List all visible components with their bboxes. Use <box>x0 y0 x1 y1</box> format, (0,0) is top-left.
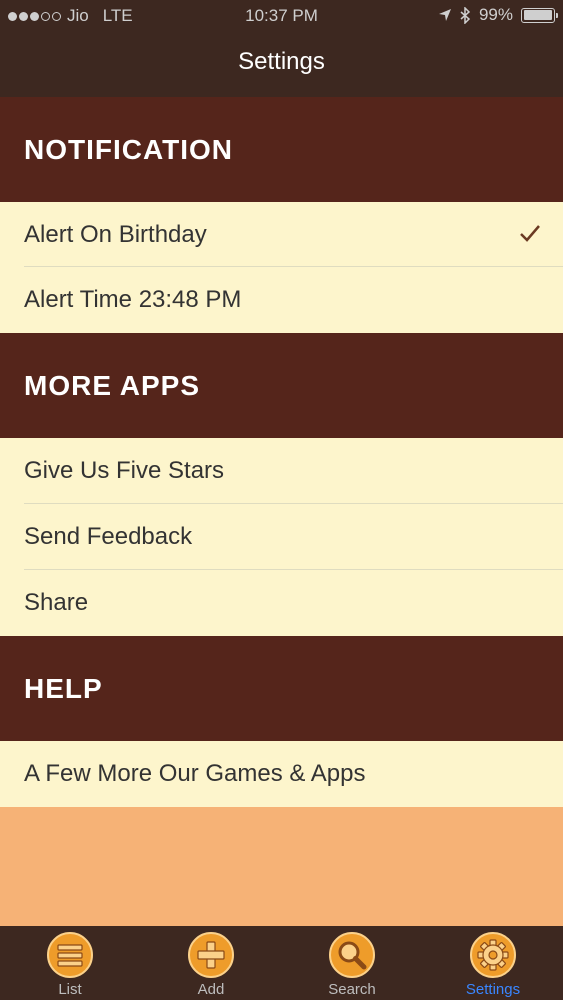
row-send-feedback[interactable]: Send Feedback <box>0 504 563 570</box>
plus-icon <box>188 932 234 978</box>
section-header-notification: NOTIFICATION <box>0 97 563 202</box>
checkmark-icon <box>520 225 540 242</box>
section-header-more-apps: MORE APPS <box>0 333 563 438</box>
row-alert-on-birthday[interactable]: Alert On Birthday <box>0 202 563 267</box>
battery-icon <box>521 7 558 23</box>
tab-label: Add <box>197 981 225 998</box>
gear-icon <box>470 932 516 978</box>
row-label: Give Us Five Stars <box>24 457 225 484</box>
row-give-five-stars[interactable]: Give Us Five Stars <box>0 438 563 504</box>
row-more-games-apps[interactable]: A Few More Our Games & Apps <box>0 741 563 807</box>
top-bar: Jio LTE 10:37 PM 99% Settings <box>0 0 563 97</box>
row-label: Send Feedback <box>24 523 193 550</box>
row-share[interactable]: Share <box>0 570 563 636</box>
tab-settings[interactable]: Settings <box>423 926 563 1000</box>
search-icon <box>329 932 375 978</box>
status-right: 99% <box>438 5 558 25</box>
tab-label: List <box>58 981 82 998</box>
status-bar: Jio LTE 10:37 PM 99% <box>0 0 563 32</box>
page-title: Settings <box>238 48 325 75</box>
tab-label: Search <box>328 981 376 998</box>
row-label: Share <box>24 589 89 616</box>
row-label: Alert On Birthday <box>24 220 207 248</box>
row-label: Alert Time 23:48 PM <box>24 286 242 313</box>
battery-percent: 99% <box>478 5 513 24</box>
bluetooth-icon <box>460 6 471 24</box>
location-arrow-icon <box>438 9 451 21</box>
tab-search[interactable]: Search <box>282 926 422 1000</box>
section-header-help: HELP <box>0 636 563 741</box>
list-icon <box>47 932 93 978</box>
tab-list[interactable]: List <box>0 926 140 1000</box>
tab-add[interactable]: Add <box>141 926 281 1000</box>
tab-bar: List Add Search Settings <box>0 926 563 1000</box>
battery-fill <box>523 10 553 20</box>
row-label: A Few More Our Games & Apps <box>24 760 366 787</box>
tab-label: Settings <box>465 981 521 998</box>
row-alert-time[interactable]: Alert Time 23:48 PM <box>0 267 563 333</box>
